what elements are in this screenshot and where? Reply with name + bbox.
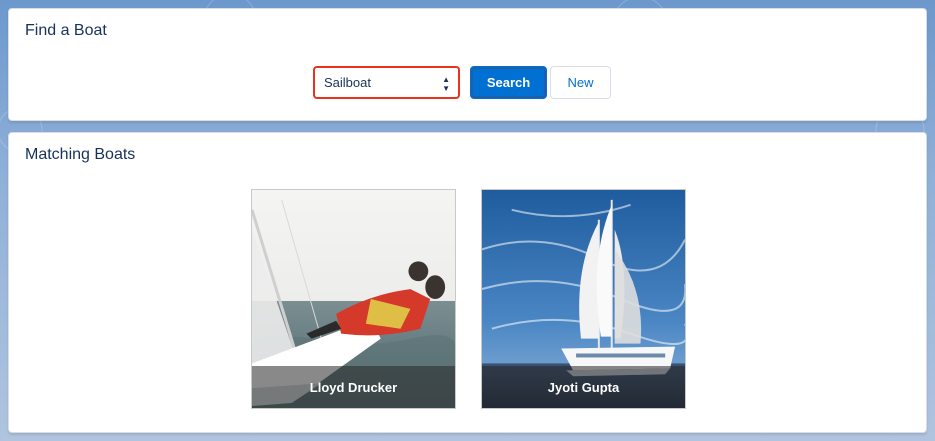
matching-boats-title: Matching Boats <box>25 146 136 163</box>
search-button[interactable]: Search <box>470 66 547 99</box>
find-boat-card: Find a Boat Sailboat ▲ ▼ Search New <box>8 8 927 121</box>
boat-tile[interactable]: Lloyd Drucker <box>251 189 456 409</box>
matching-boats-card: Matching Boats Lloyd Drucker Jyoti Gupta <box>8 132 927 433</box>
boat-owner-name: Jyoti Gupta <box>482 366 685 408</box>
boat-tile[interactable]: Jyoti Gupta <box>481 189 686 409</box>
boat-type-selected-value: Sailboat <box>324 75 371 90</box>
boat-owner-name: Lloyd Drucker <box>252 366 455 408</box>
new-button[interactable]: New <box>550 66 611 99</box>
boat-type-select[interactable]: Sailboat ▲ ▼ <box>313 66 460 99</box>
find-boat-title: Find a Boat <box>25 22 107 39</box>
select-arrows-icon: ▲ ▼ <box>442 75 450 93</box>
